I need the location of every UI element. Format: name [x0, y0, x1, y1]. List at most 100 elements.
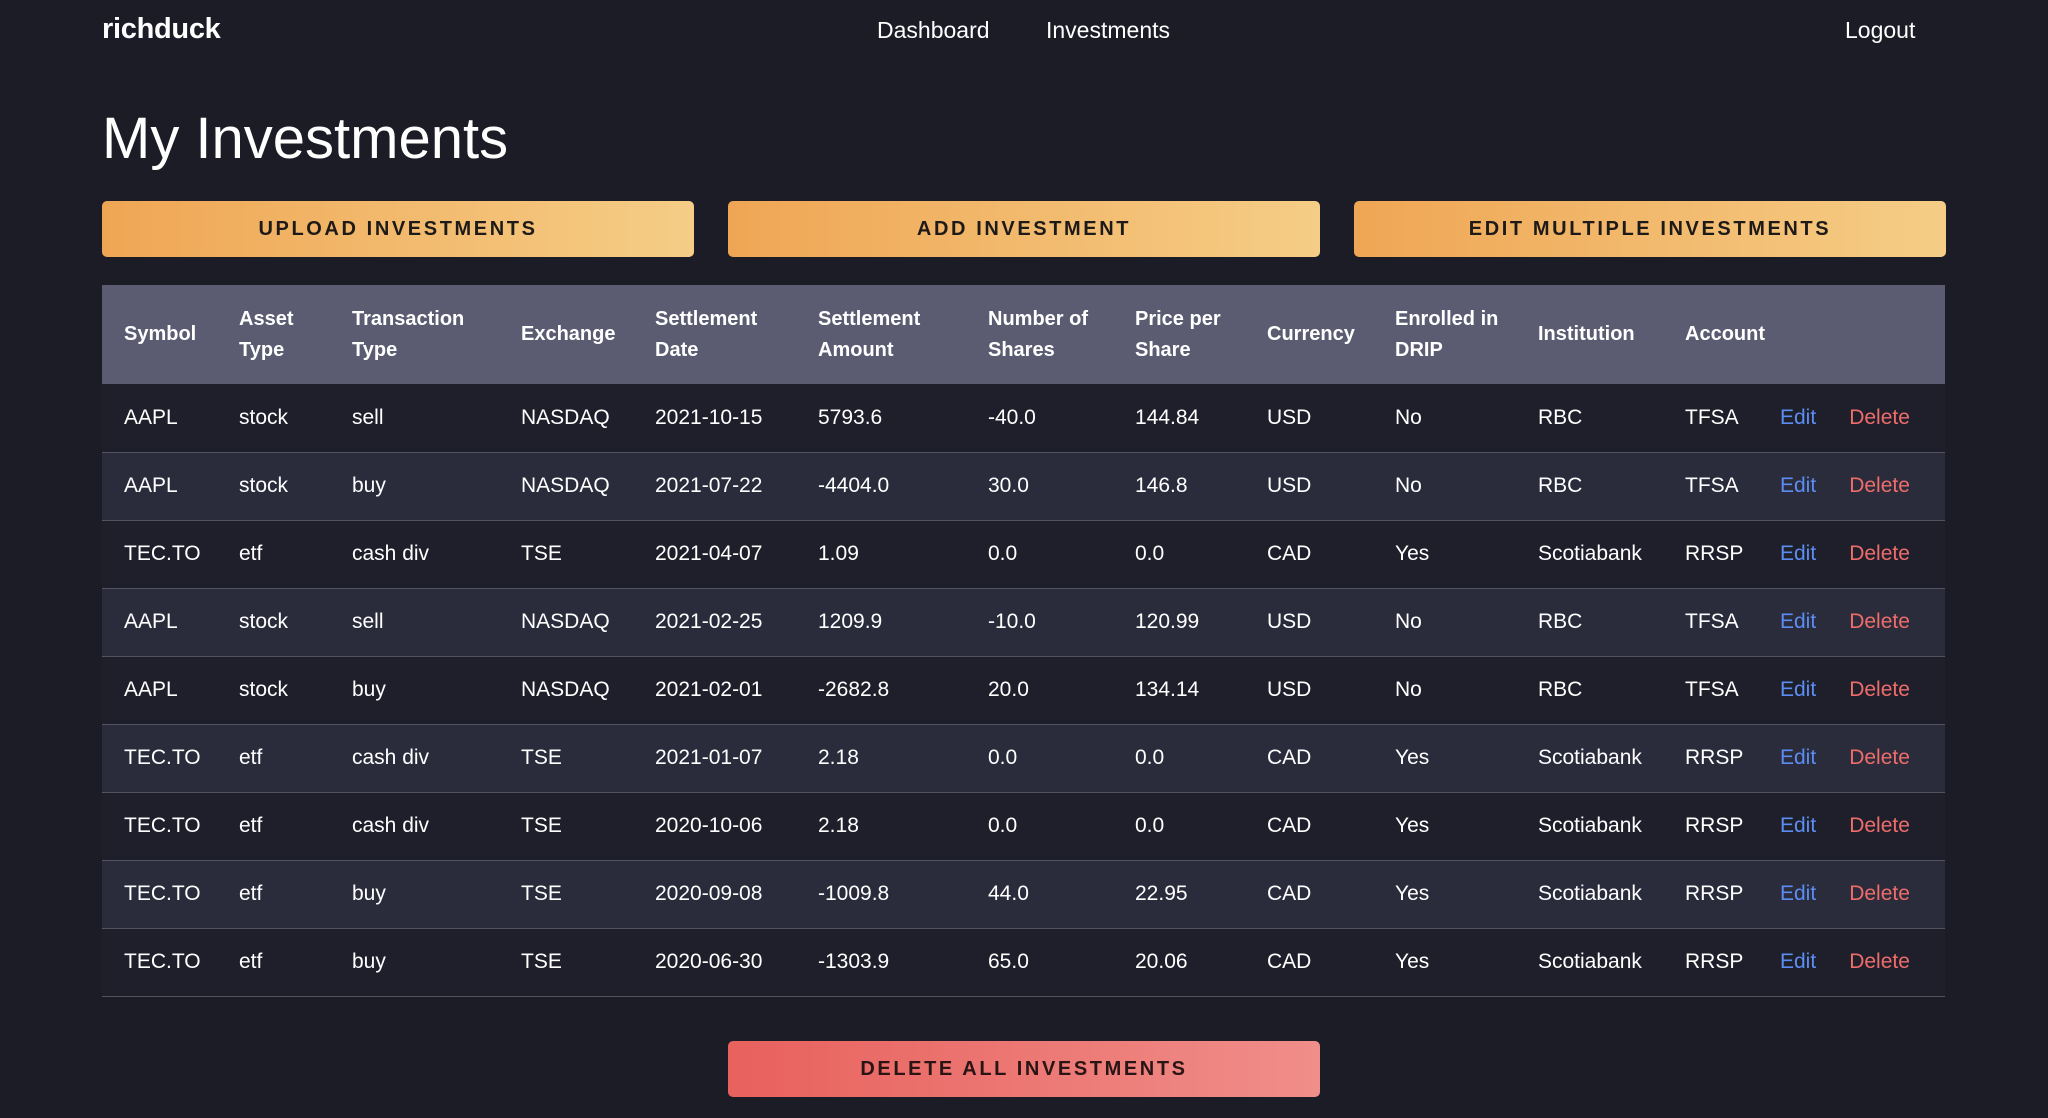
brand-logo[interactable]: richduck: [102, 13, 221, 46]
cell-enrolled-in-drip: Yes: [1395, 542, 1430, 565]
nav-link-investments[interactable]: Investments: [1046, 17, 1170, 44]
cell-exchange: NASDAQ: [521, 405, 610, 429]
edit-link[interactable]: Edit: [1780, 882, 1816, 905]
investments-table: Symbol Asset Type Transaction Type Excha…: [102, 285, 1945, 997]
cell-asset-type: stock: [239, 678, 289, 701]
cell-exchange: TSE: [521, 882, 562, 905]
cell-number-of-shares: 0.0: [988, 814, 1018, 837]
row-actions: Edit Delete: [1768, 928, 1945, 996]
row-actions: Edit Delete: [1768, 656, 1945, 724]
delete-link[interactable]: Delete: [1849, 406, 1910, 429]
cell-price-per-share: 0.0: [1135, 542, 1165, 565]
table-row: AAPL stock sell NASDAQ 2021-02-25 1209.9 -10.0…: [102, 588, 1945, 656]
cell-symbol: AAPL: [124, 474, 178, 497]
table-row: AAPL stock buy NASDAQ 2021-07-22 -4404.0 30.0 1…: [102, 452, 1945, 520]
cell-institution: RBC: [1538, 610, 1583, 633]
cell-price-per-share: 134.14: [1135, 678, 1200, 701]
cell-symbol: TEC.TO: [124, 814, 201, 837]
table-row: TEC.TO etf cash div TSE 2020-10-06 2.18 0.0 0.0…: [102, 792, 1945, 860]
cell-asset-type: stock: [239, 610, 289, 633]
edit-link[interactable]: Edit: [1780, 542, 1816, 565]
upload-investments-button[interactable]: UPLOAD INVESTMENTS: [102, 201, 694, 257]
delete-link[interactable]: Delete: [1849, 746, 1910, 769]
cell-settlement-amount: -1303.9: [818, 950, 890, 973]
cell-exchange: NASDAQ: [521, 474, 610, 497]
row-actions: Edit Delete: [1768, 520, 1945, 588]
cell-currency: CAD: [1267, 746, 1312, 769]
cell-exchange: TSE: [521, 814, 562, 837]
cell-settlement-date: 2021-02-25: [655, 610, 763, 633]
delete-link[interactable]: Delete: [1849, 610, 1910, 633]
delete-link[interactable]: Delete: [1849, 474, 1910, 497]
table-body: AAPL stock sell NASDAQ 2021-10-15 5793.6 -40.0…: [102, 384, 1945, 996]
delete-link[interactable]: Delete: [1849, 882, 1910, 905]
row-actions: Edit Delete: [1768, 384, 1945, 452]
row-actions: Edit Delete: [1768, 860, 1945, 928]
delete-link[interactable]: Delete: [1849, 678, 1910, 701]
cell-exchange: TSE: [521, 950, 562, 973]
table-row: AAPL stock sell NASDAQ 2021-10-15 5793.6 -40.0…: [102, 384, 1945, 452]
column-header-settlement-amount: Settlement Amount: [818, 307, 921, 361]
cell-account: TFSA: [1685, 678, 1739, 701]
cell-account: TFSA: [1685, 610, 1739, 633]
cell-transaction-type: buy: [352, 950, 386, 973]
cell-settlement-amount: 1209.9: [818, 610, 883, 633]
delete-link[interactable]: Delete: [1849, 542, 1910, 565]
add-investment-button[interactable]: ADD INVESTMENT: [728, 201, 1320, 257]
cell-transaction-type: cash div: [352, 814, 430, 837]
cell-price-per-share: 0.0: [1135, 746, 1165, 769]
cell-settlement-date: 2021-07-22: [655, 474, 763, 497]
delete-all-investments-button[interactable]: DELETE ALL INVESTMENTS: [728, 1041, 1320, 1097]
nav-link-dashboard[interactable]: Dashboard: [877, 17, 990, 44]
table-row: AAPL stock buy NASDAQ 2021-02-01 -2682.8 20.0 1…: [102, 656, 1945, 724]
page-title: My Investments: [102, 106, 509, 171]
cell-account: RRSP: [1685, 746, 1744, 769]
cell-institution: Scotiabank: [1538, 882, 1642, 905]
cell-price-per-share: 22.95: [1135, 882, 1188, 905]
cell-institution: RBC: [1538, 474, 1583, 497]
column-header-account: Account: [1685, 323, 1765, 345]
cell-settlement-date: 2021-01-07: [655, 746, 763, 769]
cell-exchange: NASDAQ: [521, 610, 610, 633]
cell-asset-type: etf: [239, 950, 263, 973]
cell-symbol: AAPL: [124, 405, 178, 429]
cell-settlement-amount: 1.09: [818, 542, 859, 565]
row-actions: Edit Delete: [1768, 452, 1945, 520]
cell-institution: Scotiabank: [1538, 814, 1642, 837]
cell-currency: CAD: [1267, 882, 1312, 905]
cell-account: TFSA: [1685, 405, 1739, 429]
cell-institution: Scotiabank: [1538, 542, 1642, 565]
cell-number-of-shares: 0.0: [988, 542, 1018, 565]
edit-link[interactable]: Edit: [1780, 610, 1816, 633]
investments-table-container: Symbol Asset Type Transaction Type Excha…: [102, 285, 1945, 997]
column-header-exchange: Exchange: [521, 323, 616, 345]
cell-price-per-share: 144.84: [1135, 405, 1200, 429]
cell-currency: USD: [1267, 405, 1312, 429]
cell-number-of-shares: 44.0: [988, 882, 1029, 905]
edit-multiple-investments-button[interactable]: EDIT MULTIPLE INVESTMENTS: [1354, 201, 1946, 257]
cell-settlement-amount: 5793.6: [818, 405, 883, 429]
logout-link[interactable]: Logout: [1845, 17, 1915, 44]
cell-symbol: TEC.TO: [124, 542, 201, 565]
cell-enrolled-in-drip: Yes: [1395, 814, 1430, 837]
cell-currency: CAD: [1267, 950, 1312, 973]
edit-link[interactable]: Edit: [1780, 746, 1816, 769]
delete-link[interactable]: Delete: [1849, 950, 1910, 973]
cell-currency: CAD: [1267, 542, 1312, 565]
table-row: TEC.TO etf buy TSE 2020-06-30 -1303.9 65.0 20.0…: [102, 928, 1945, 996]
edit-link[interactable]: Edit: [1780, 814, 1816, 837]
cell-settlement-amount: -1009.8: [818, 882, 890, 905]
cell-asset-type: etf: [239, 882, 263, 905]
edit-link[interactable]: Edit: [1780, 678, 1816, 701]
delete-link[interactable]: Delete: [1849, 814, 1910, 837]
edit-link[interactable]: Edit: [1780, 474, 1816, 497]
column-header-price-per-share: Price per Share: [1135, 307, 1221, 361]
cell-symbol: AAPL: [124, 678, 178, 701]
cell-number-of-shares: 65.0: [988, 950, 1029, 973]
column-header-asset-type: Asset Type: [239, 307, 294, 361]
edit-link[interactable]: Edit: [1780, 950, 1816, 973]
cell-enrolled-in-drip: No: [1395, 474, 1422, 497]
edit-link[interactable]: Edit: [1780, 406, 1816, 429]
row-actions: Edit Delete: [1768, 724, 1945, 792]
cell-institution: RBC: [1538, 405, 1583, 429]
